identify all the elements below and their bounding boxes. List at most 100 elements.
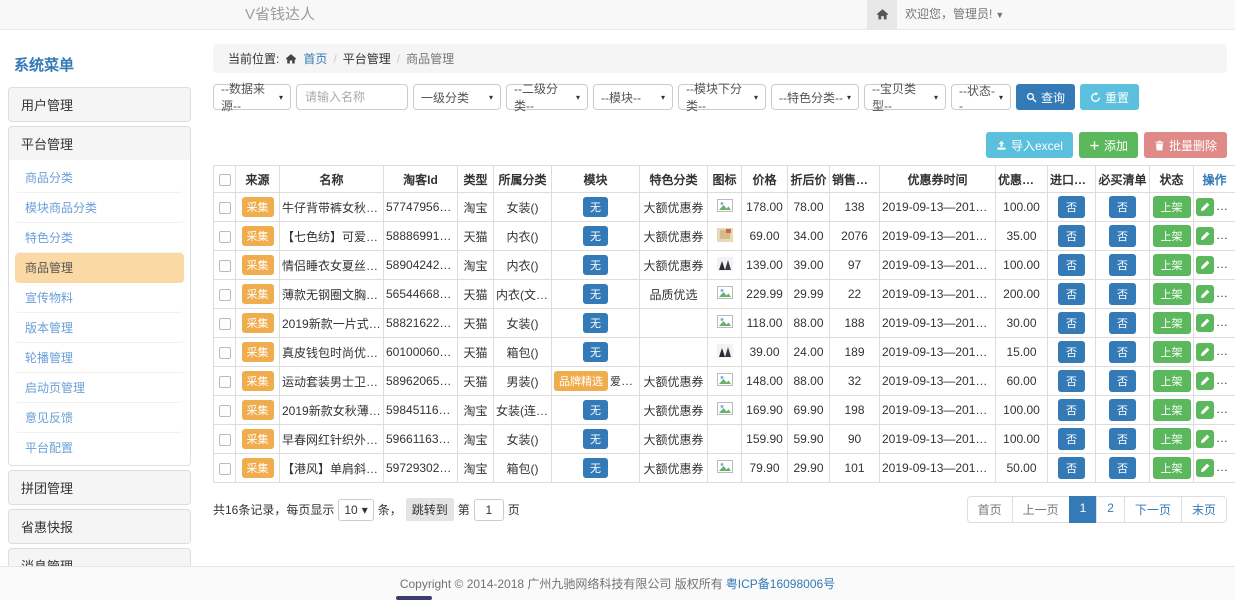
- row-select-checkbox[interactable]: [219, 289, 231, 301]
- must-buy-toggle[interactable]: 否: [1109, 341, 1136, 363]
- row-select-checkbox[interactable]: [219, 434, 231, 446]
- discount-price: 34.00: [788, 222, 830, 251]
- must-buy-toggle[interactable]: 否: [1109, 399, 1136, 421]
- home-nav-button[interactable]: [867, 0, 897, 29]
- row-select-checkbox[interactable]: [219, 405, 231, 417]
- item-type-select[interactable]: --宝贝类型--▾: [864, 84, 946, 110]
- sidebar-item-拼团管理[interactable]: 拼团管理: [9, 471, 190, 504]
- icp-link[interactable]: 粤ICP备16098006号: [726, 575, 835, 592]
- batch-delete-button[interactable]: 批量删除: [1144, 132, 1227, 158]
- page-button-2[interactable]: 2: [1096, 496, 1125, 523]
- horizontal-scrollbar-thumb[interactable]: [396, 596, 432, 600]
- edit-button[interactable]: [1196, 285, 1214, 303]
- status-toggle[interactable]: 上架: [1153, 428, 1191, 450]
- must-buy-toggle[interactable]: 否: [1109, 312, 1136, 334]
- feature-category-select[interactable]: --特色分类--▾: [771, 84, 859, 110]
- row-select-checkbox[interactable]: [219, 463, 231, 475]
- status-toggle[interactable]: 上架: [1153, 370, 1191, 392]
- add-button[interactable]: 添加: [1079, 132, 1138, 158]
- import-select-toggle[interactable]: 否: [1058, 370, 1085, 392]
- sidebar-subitem-模块商品分类[interactable]: 模块商品分类: [15, 193, 184, 223]
- level2-category-select[interactable]: --二级分类--▾: [506, 84, 588, 110]
- import-select-toggle[interactable]: 否: [1058, 283, 1085, 305]
- page-button-1[interactable]: 1: [1069, 496, 1098, 523]
- edit-button[interactable]: [1196, 227, 1214, 245]
- level1-category-select[interactable]: 一级分类▾: [413, 84, 501, 110]
- status-toggle[interactable]: 上架: [1153, 196, 1191, 218]
- sidebar-subitem-宣传物料[interactable]: 宣传物料: [15, 283, 184, 313]
- search-button[interactable]: 查询: [1016, 84, 1075, 110]
- must-buy-toggle[interactable]: 否: [1109, 283, 1136, 305]
- sidebar-subitem-轮播管理[interactable]: 轮播管理: [15, 343, 184, 373]
- row-select-checkbox[interactable]: [219, 231, 231, 243]
- import-select-toggle[interactable]: 否: [1058, 428, 1085, 450]
- select-all-checkbox[interactable]: [219, 174, 231, 186]
- status-toggle[interactable]: 上架: [1153, 312, 1191, 334]
- sidebar-item-平台管理[interactable]: 平台管理: [9, 127, 190, 160]
- status-toggle[interactable]: 上架: [1153, 254, 1191, 276]
- sidebar-subitem-商品分类[interactable]: 商品分类: [15, 163, 184, 193]
- status-select[interactable]: --状态--▾: [951, 84, 1011, 110]
- reset-button[interactable]: 重置: [1080, 84, 1139, 110]
- import-select-toggle[interactable]: 否: [1058, 225, 1085, 247]
- edit-button[interactable]: [1196, 372, 1214, 390]
- row-select-checkbox[interactable]: [219, 260, 231, 272]
- coupon-time: 2019-09-13—2019-09-17: [880, 280, 996, 309]
- edit-button[interactable]: [1196, 256, 1214, 274]
- edit-button[interactable]: [1196, 430, 1214, 448]
- must-buy-toggle[interactable]: 否: [1109, 370, 1136, 392]
- breadcrumb-home-link[interactable]: 首页: [303, 50, 327, 67]
- status-toggle[interactable]: 上架: [1153, 457, 1191, 479]
- select-value: --二级分类--: [514, 80, 572, 114]
- row-select-checkbox[interactable]: [219, 376, 231, 388]
- must-buy-toggle[interactable]: 否: [1109, 225, 1136, 247]
- page-button-首页[interactable]: 首页: [967, 496, 1013, 523]
- page-button-上一页[interactable]: 上一页: [1012, 496, 1070, 523]
- jump-to-button[interactable]: 跳转到: [406, 498, 454, 521]
- cell-import-select: 否: [1048, 367, 1096, 396]
- import-select-toggle[interactable]: 否: [1058, 312, 1085, 334]
- row-select-checkbox[interactable]: [219, 318, 231, 330]
- edit-button[interactable]: [1196, 198, 1214, 216]
- must-buy-toggle[interactable]: 否: [1109, 254, 1136, 276]
- sidebar-item-省惠快报[interactable]: 省惠快报: [9, 510, 190, 543]
- import-select-toggle[interactable]: 否: [1058, 399, 1085, 421]
- sidebar-subitem-启动页管理[interactable]: 启动页管理: [15, 373, 184, 403]
- row-select-checkbox[interactable]: [219, 202, 231, 214]
- module-subcategory-select[interactable]: --模块下分类--▾: [678, 84, 766, 110]
- status-toggle[interactable]: 上架: [1153, 341, 1191, 363]
- page-number-input[interactable]: [474, 499, 504, 521]
- must-buy-toggle[interactable]: 否: [1109, 457, 1136, 479]
- must-buy-toggle[interactable]: 否: [1109, 196, 1136, 218]
- import-select-toggle[interactable]: 否: [1058, 254, 1085, 276]
- status-toggle[interactable]: 上架: [1153, 225, 1191, 247]
- status-toggle[interactable]: 上架: [1153, 399, 1191, 421]
- data-source-select[interactable]: --数据来源--▾: [213, 84, 291, 110]
- status-toggle[interactable]: 上架: [1153, 283, 1191, 305]
- page-button-末页[interactable]: 末页: [1181, 496, 1227, 523]
- sidebar-subitem-平台配置[interactable]: 平台配置: [15, 433, 184, 462]
- sidebar-subitem-商品管理[interactable]: 商品管理: [15, 253, 184, 283]
- per-page-select[interactable]: 10▾: [338, 499, 373, 521]
- taoke-id: 565446685867: [384, 280, 458, 309]
- sidebar-item-用户管理[interactable]: 用户管理: [9, 88, 190, 121]
- edit-button[interactable]: [1196, 401, 1214, 419]
- row-select-checkbox[interactable]: [219, 347, 231, 359]
- edit-button[interactable]: [1196, 314, 1214, 332]
- sidebar-subitem-意见反馈[interactable]: 意见反馈: [15, 403, 184, 433]
- product-name: 情侣睡衣女夏丝绸男士...: [280, 251, 384, 280]
- sidebar-subitem-特色分类[interactable]: 特色分类: [15, 223, 184, 253]
- import-excel-button[interactable]: 导入excel: [986, 132, 1073, 158]
- import-select-toggle[interactable]: 否: [1058, 196, 1085, 218]
- user-menu[interactable]: 欢迎您，管理员!▼: [905, 0, 1004, 30]
- page-button-下一页[interactable]: 下一页: [1124, 496, 1182, 523]
- edit-button[interactable]: [1196, 343, 1214, 361]
- sidebar-item-消息管理[interactable]: 消息管理: [9, 549, 190, 566]
- edit-button[interactable]: [1196, 459, 1214, 477]
- module-select[interactable]: --模块--▾: [593, 84, 673, 110]
- name-search-input[interactable]: [296, 84, 408, 110]
- must-buy-toggle[interactable]: 否: [1109, 428, 1136, 450]
- import-select-toggle[interactable]: 否: [1058, 457, 1085, 479]
- sidebar-subitem-版本管理[interactable]: 版本管理: [15, 313, 184, 343]
- import-select-toggle[interactable]: 否: [1058, 341, 1085, 363]
